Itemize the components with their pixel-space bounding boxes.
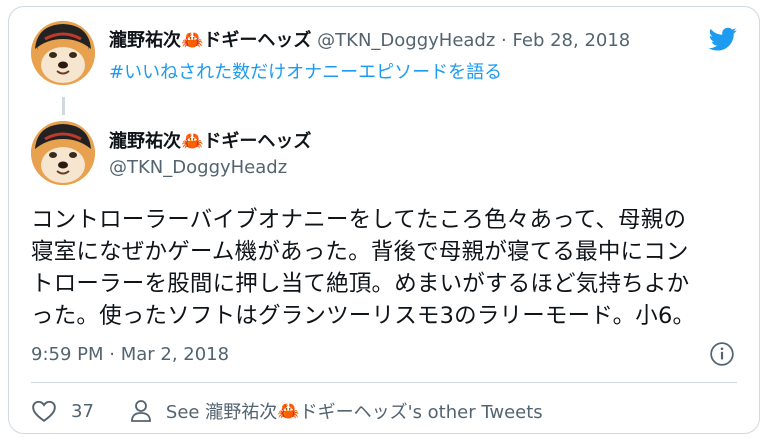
crab-emoji-icon: 🦀 [181,131,204,152]
tweet-body: コントローラーバイブオナニーをしてたころ色々あって、母親の 寝室になぜかゲーム機… [31,204,743,332]
like-count: 37 [71,400,94,422]
person-icon [131,400,151,422]
hashtag-link[interactable]: #いいねされた数だけオナニーエピソードを語る [109,61,502,85]
embedded-tweet-card: 瀧野祐次🦀ドギーヘッズ @TKN_DoggyHeadz · Feb 28, 20… [8,6,760,434]
separator: · [501,30,507,51]
thread-connector-line [62,97,65,115]
display-name[interactable]: 瀧野祐次🦀ドギーヘッズ [109,130,311,154]
display-name-prefix: 瀧野祐次 [109,131,181,152]
avatar-image [31,121,95,185]
display-name[interactable]: 瀧野祐次🦀ドギーヘッズ [109,30,311,51]
display-name-prefix: 瀧野祐次 [109,30,181,51]
tweet-body-line: った。使ったソフトはグランツーリスモ3のラリーモード。小6。 [31,303,696,329]
display-name-suffix: ドギーヘッズ [203,131,312,152]
avatar-image [31,21,95,85]
avatar[interactable] [31,121,95,185]
info-icon[interactable] [709,341,735,367]
crab-emoji-icon: 🦀 [277,400,300,422]
tweet-timestamp[interactable]: 9:59 PM · Mar 2, 2018 [31,343,229,367]
tweet-body-line: コントローラーバイブオナニーをしてたころ色々あって、母親の [31,207,687,233]
handle[interactable]: @TKN_DoggyHeadz [317,30,495,51]
tweet-body-line: 寝室になぜかゲーム機があった。背後で母親が寝てる最中にコン [31,239,689,265]
like-button[interactable]: 37 [31,399,94,423]
display-name-suffix: ドギーヘッズ [203,30,312,51]
divider [31,382,737,383]
handle[interactable]: @TKN_DoggyHeadz [109,156,287,180]
parent-tweet-header: 瀧野祐次🦀ドギーヘッズ @TKN_DoggyHeadz · Feb 28, 20… [109,29,630,53]
see-more-prefix: See 瀧野祐次 [165,402,278,423]
see-other-tweets-link[interactable]: See 瀧野祐次 🦀 ドギーヘッズ's other Tweets [130,398,543,424]
see-more-suffix: ドギーヘッズ's other Tweets [299,402,543,423]
avatar[interactable] [31,21,95,85]
tweet-actions: 37 See 瀧野祐次 🦀 ドギーヘッズ's other Tweets [31,397,543,425]
tweet-body-line: トローラーを股間に押し当て絶頂。めまいがするほど気持ちよか [31,271,690,297]
tweet-date[interactable]: Feb 28, 2018 [513,30,631,51]
crab-emoji-icon: 🦀 [181,30,204,51]
twitter-bird-icon[interactable] [707,25,739,53]
heart-icon [32,400,56,422]
